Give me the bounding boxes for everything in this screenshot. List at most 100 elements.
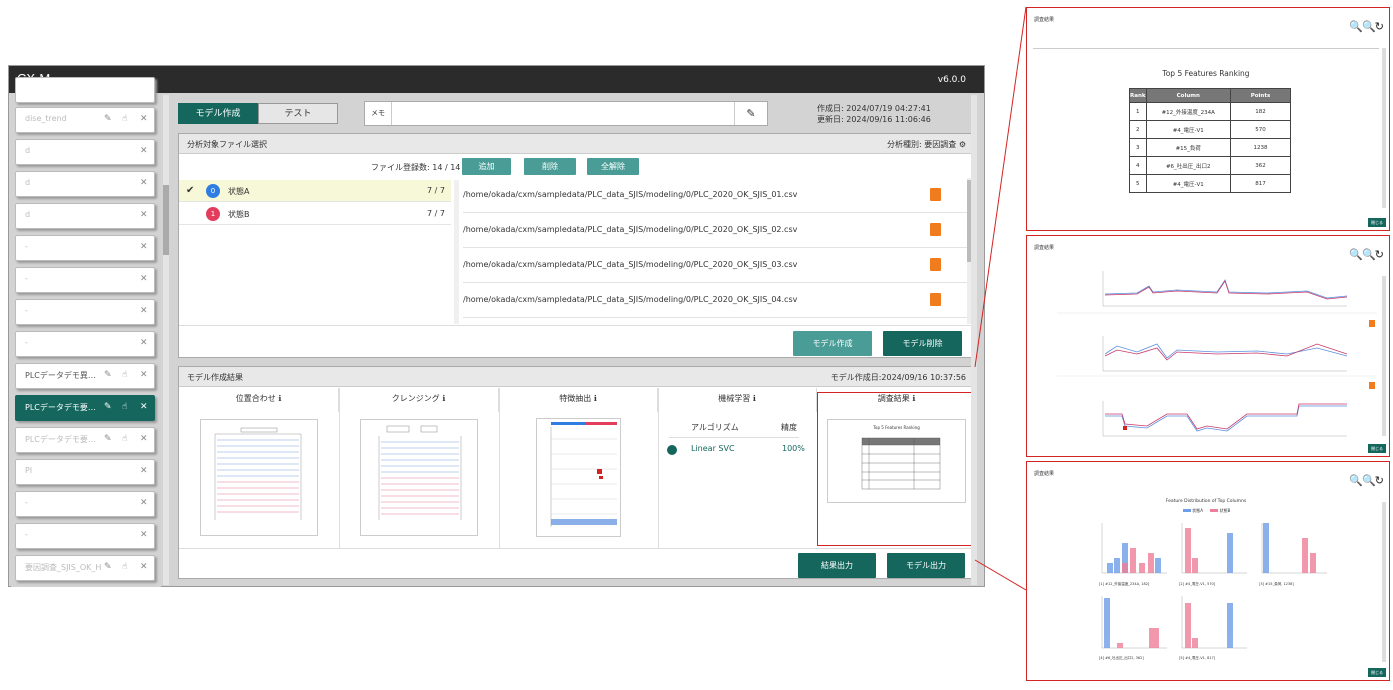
close-icon[interactable]: ✕ [140,306,148,316]
sidebar-scrollbar[interactable] [163,95,169,585]
close-icon[interactable]: ✕ [140,274,148,284]
sidebar-item[interactable]: d ✕ [15,203,155,229]
sidebar-item[interactable]: d ✕ [15,171,155,197]
state-row[interactable]: ✔ 0 状態A 7 / 7 [179,180,451,202]
close-icon[interactable]: ✕ [140,530,148,540]
edit-icon[interactable]: ✎ [104,402,112,412]
panel-scrollbar[interactable] [1382,48,1386,208]
info-icon[interactable]: ℹ [442,394,445,403]
hand-icon[interactable]: ☝ [122,402,127,412]
sidebar-item[interactable]: PLCデータデモ要… ✎ ☝ ✕ [15,427,155,453]
edit-file-icon[interactable] [1369,382,1375,389]
created-date: 作成日: 2024/07/19 04:27:41 [817,104,931,113]
sidebar-item[interactable]: - ✕ [15,235,155,261]
file-row[interactable]: /home/okada/cxm/sampledata/PLC_data_SJIS… [463,178,967,213]
acc-header: 精度 [781,423,797,432]
edit-icon[interactable]: ✎ [104,434,112,444]
sidebar-item[interactable]: dise_trend ✎ ☝ ✕ [15,107,155,133]
close-icon[interactable]: ✕ [140,498,148,508]
hand-icon[interactable]: ☝ [122,370,127,380]
file-row[interactable]: /home/okada/cxm/sampledata/PLC_data_SJIS… [463,213,967,248]
close-icon[interactable]: ✕ [140,146,148,156]
close-icon[interactable]: ✕ [140,562,148,572]
edit-file-icon[interactable] [930,223,941,236]
state-row[interactable]: 1 状態B 7 / 7 [179,202,451,225]
close-icon[interactable]: ✕ [140,466,148,476]
sidebar-item-label: PLCデータデモ要… [25,403,96,412]
states-scrollbar[interactable] [454,180,459,324]
edit-file-icon[interactable] [930,293,941,306]
delete-model-button[interactable]: モデル削除 [883,331,962,356]
edit-icon[interactable]: ✎ [104,370,112,380]
edit-file-icon[interactable] [1369,320,1375,327]
tab-model[interactable]: モデル作成 [178,103,258,124]
panel-scrollbar[interactable] [1382,276,1386,436]
close-icon[interactable]: ✕ [140,178,148,188]
edit-file-icon[interactable] [930,258,941,271]
close-button[interactable]: 閉じる [1368,668,1386,677]
close-icon[interactable]: ✕ [140,434,148,444]
analysis-type[interactable]: 分析種別: 要因調査 ⚙ [887,139,966,150]
sidebar-item[interactable]: Pl ✕ [15,459,155,485]
model-created-date: モデル作成日:2024/09/16 10:37:56 [830,373,966,382]
info-icon[interactable]: ℹ [278,394,281,403]
close-icon[interactable]: ✕ [140,114,148,124]
sidebar-item[interactable]: PLCデータデモ異… ✎ ☝ ✕ [15,363,155,389]
export-result-button[interactable]: 結果出力 [798,553,876,578]
scrollbar-thumb[interactable] [163,185,169,255]
divider [179,548,976,549]
edit-icon[interactable]: ✎ [104,114,112,124]
zoom-controls[interactable]: 🔍🔍↻ [1349,20,1384,33]
sidebar-item[interactable]: d ✕ [15,139,155,165]
close-icon[interactable]: ✕ [140,402,148,412]
column-label: 位置合わせ [235,394,276,403]
zoom-controls[interactable]: 🔍🔍↻ [1349,248,1384,261]
delete-button[interactable]: 削除 [524,158,576,175]
memo-input[interactable] [393,104,733,122]
close-icon[interactable]: ✕ [140,242,148,252]
cleansing-thumbnail[interactable] [360,419,478,536]
histogram-caption: [2] #4_電圧-V1, 570] [1179,582,1216,586]
legend-swatch [1183,509,1191,512]
file-path: /home/okada/cxm/sampledata/PLC_data_SJIS… [463,190,798,199]
hand-icon[interactable]: ☝ [122,434,127,444]
file-row[interactable]: /home/okada/cxm/sampledata/PLC_data_SJIS… [463,283,967,318]
close-icon[interactable]: ✕ [140,370,148,380]
column-cell: #12_外接温度_234A [1145,102,1232,121]
edit-icon[interactable]: ✎ [104,562,112,572]
sidebar-item[interactable]: 要因調査_SJIS_OK_H ✎ ☝ ✕ [15,555,155,581]
sidebar-item[interactable]: - ✕ [15,299,155,325]
close-icon[interactable]: ✕ [140,338,148,348]
hand-icon[interactable]: ☝ [122,562,127,572]
hand-icon[interactable]: ☝ [122,114,127,124]
sidebar-item[interactable]: - ✕ [15,331,155,357]
pencil-icon[interactable]: ✎ [734,102,767,125]
close-icon[interactable]: ✕ [140,210,148,220]
investigation-thumbnail[interactable]: Top 5 Features Ranking [827,419,966,503]
sidebar-item[interactable]: - ✕ [15,267,155,293]
tab-test[interactable]: テスト [258,103,338,124]
create-model-button[interactable]: モデル作成 [793,331,872,356]
alignment-thumbnail[interactable] [200,419,318,536]
legend-swatch [1210,509,1219,512]
feature-extraction-thumbnail[interactable] [536,418,621,537]
distribution-histograms [1101,523,1327,649]
file-row[interactable]: /home/okada/cxm/sampledata/PLC_data_SJIS… [463,248,967,283]
sidebar-item[interactable]: - ✕ [15,523,155,549]
close-button[interactable]: 閉じる [1368,444,1386,453]
sidebar-item[interactable]: - ✕ [15,491,155,517]
info-icon[interactable]: ℹ [594,394,597,403]
edit-file-icon[interactable] [930,188,941,201]
close-button[interactable]: 閉じる [1368,218,1386,227]
info-icon[interactable]: ℹ [753,394,756,403]
add-button[interactable]: 追加 [462,158,511,175]
sidebar-item[interactable] [15,77,155,103]
panel-scrollbar[interactable] [1382,502,1386,662]
state-count: 7 / 7 [427,209,445,218]
clear-all-button[interactable]: 全解除 [587,158,639,175]
algo-name[interactable]: Linear SVC [691,444,735,453]
export-model-button[interactable]: モデル出力 [887,553,965,578]
zoom-controls[interactable]: 🔍🔍↻ [1349,474,1384,487]
ranking-table: Rank Column Points 1 #12_外接温度_234A 182 2 #4… [1129,88,1291,193]
sidebar-item-active[interactable]: PLCデータデモ要… ✎ ☝ ✕ [15,395,155,421]
